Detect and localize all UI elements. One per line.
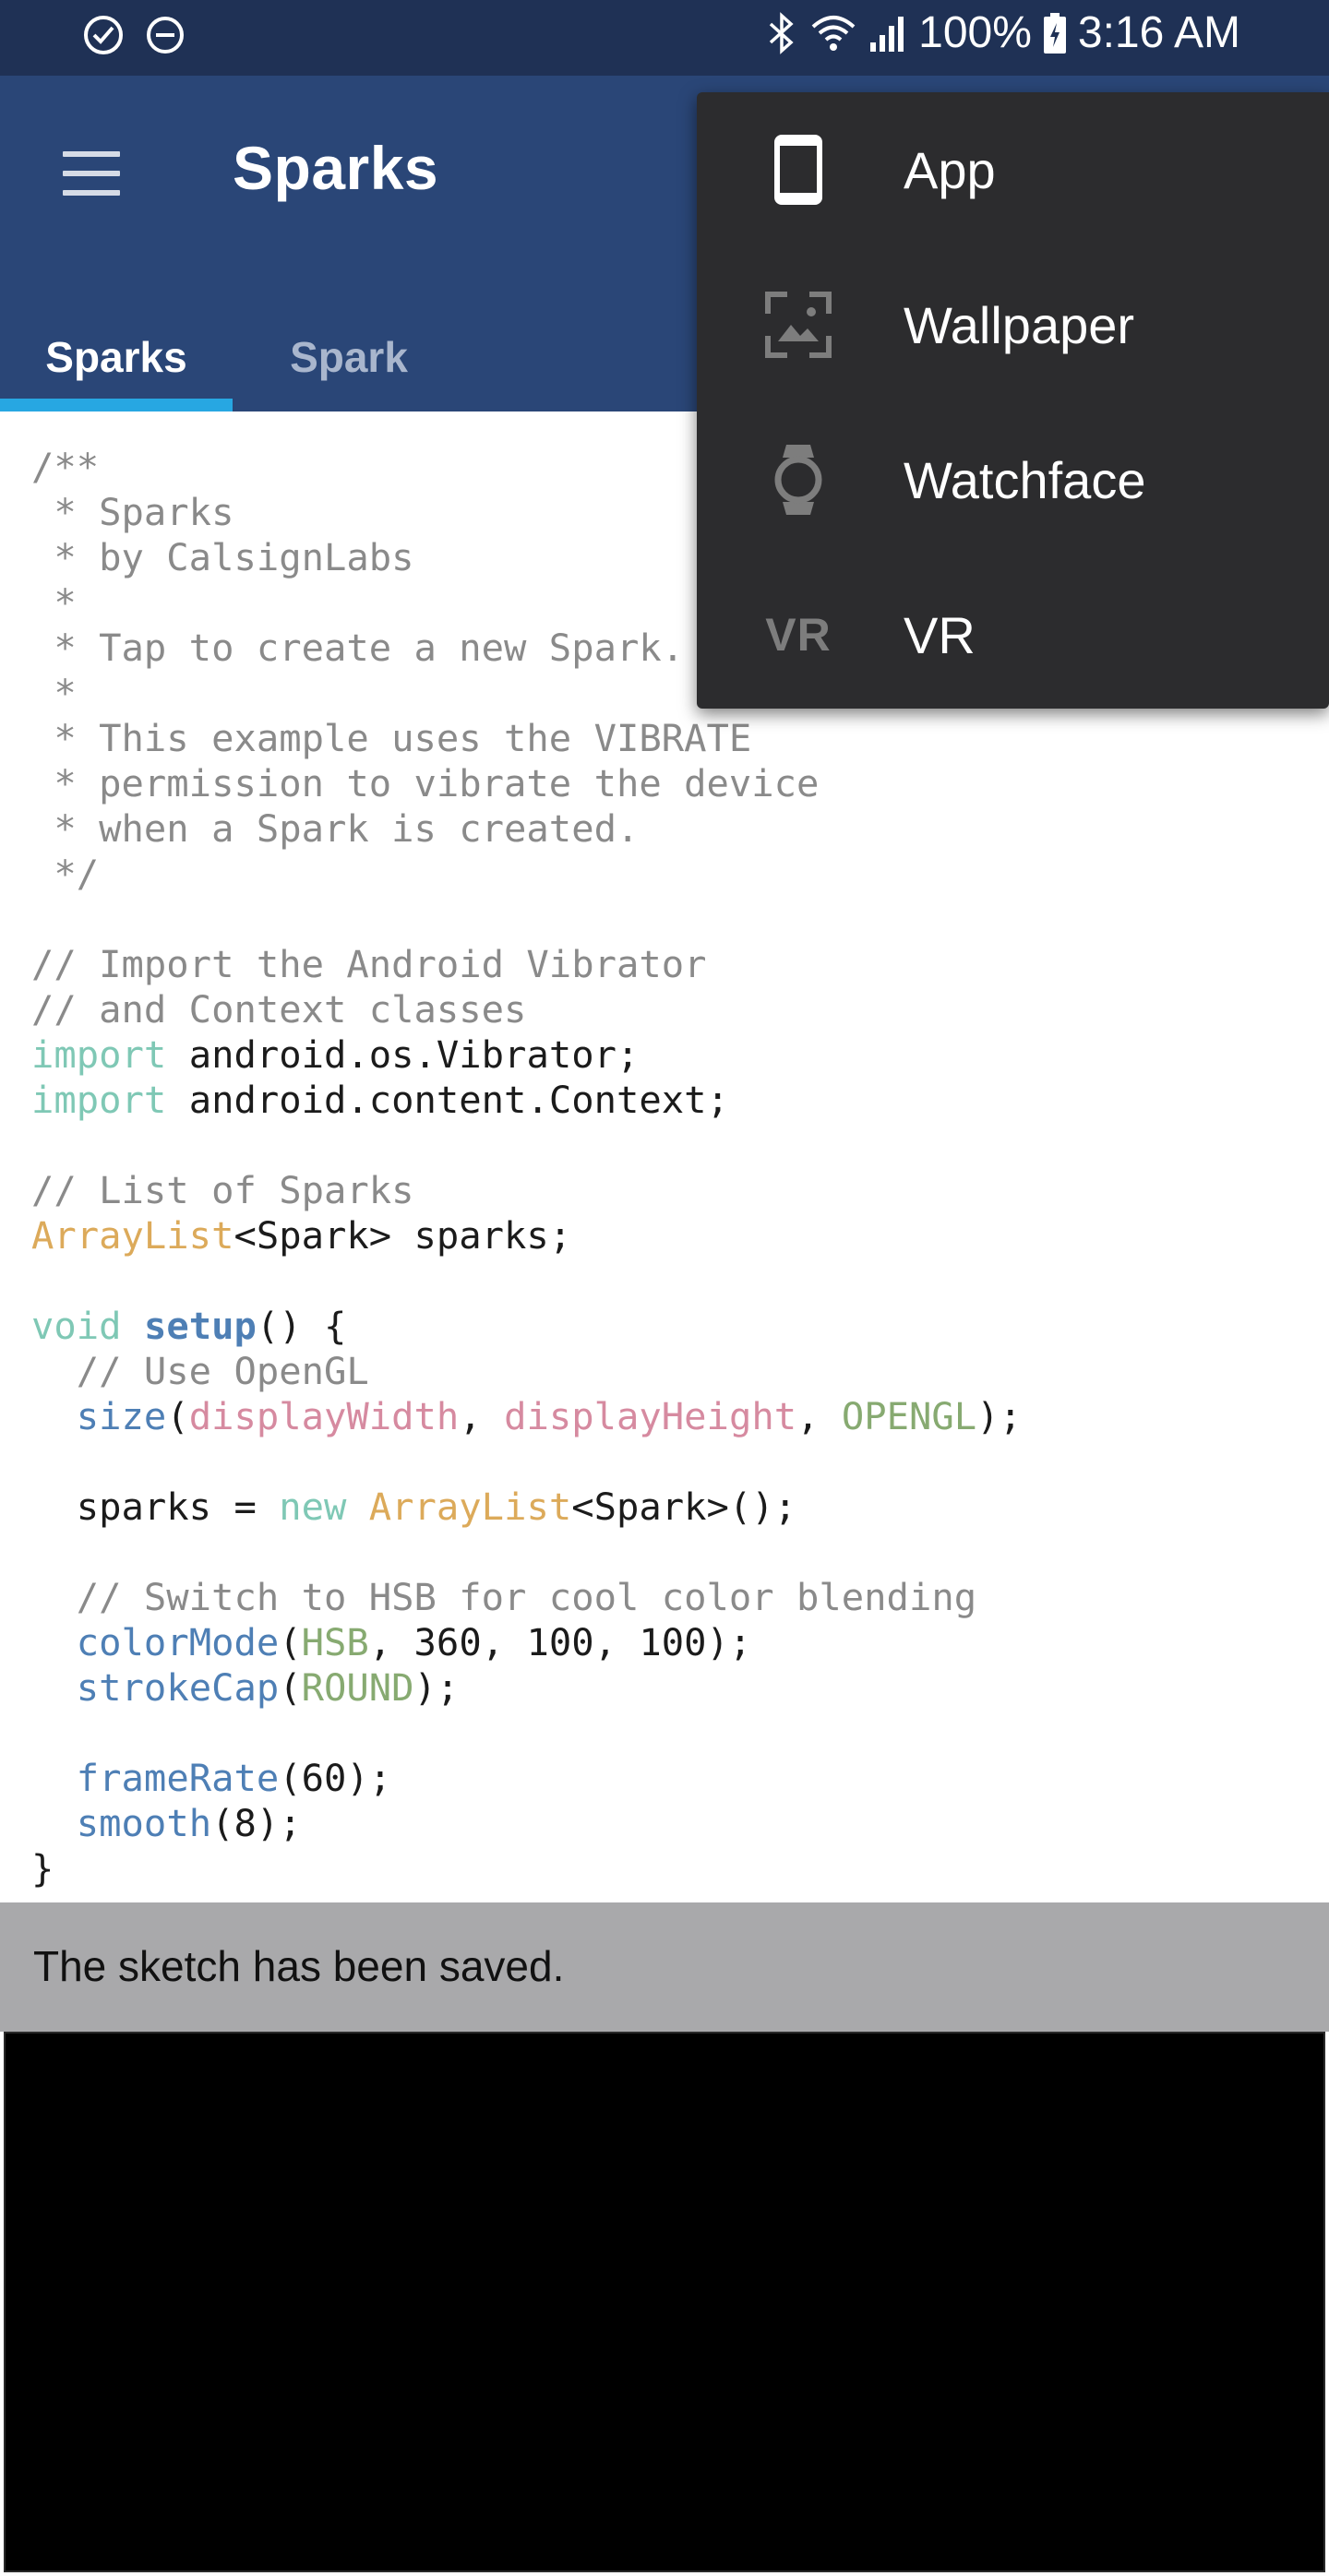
battery-percent: 100% bbox=[918, 8, 1032, 57]
status-bar: 100% 3:16 AM bbox=[0, 0, 1329, 76]
watch-icon bbox=[761, 445, 835, 515]
menu-item-app[interactable]: App bbox=[697, 92, 1329, 247]
run-mode-dropdown: App Wallpaper Watchface VR VR bbox=[697, 92, 1329, 709]
status-bar-right: 100% 3:16 AM bbox=[765, 7, 1240, 58]
tab-label: Sparks bbox=[45, 333, 187, 381]
wallpaper-icon bbox=[761, 290, 835, 360]
check-circle-icon bbox=[81, 13, 126, 62]
hamburger-menu-icon[interactable] bbox=[55, 140, 127, 207]
tab-sparks[interactable]: Sparks bbox=[0, 303, 233, 411]
clock: 3:16 AM bbox=[1077, 8, 1240, 57]
tab-label: Spark bbox=[290, 333, 408, 381]
tab-bar: Sparks Spark bbox=[0, 303, 465, 411]
tab-active-indicator bbox=[0, 399, 233, 411]
bluetooth-icon bbox=[765, 11, 798, 55]
phone-icon bbox=[761, 135, 835, 205]
menu-item-label: App bbox=[904, 141, 996, 199]
vr-icon-text: VR bbox=[765, 609, 832, 661]
menu-item-wallpaper[interactable]: Wallpaper bbox=[697, 247, 1329, 402]
app-title: Sparks bbox=[233, 134, 439, 202]
menu-item-vr[interactable]: VR VR bbox=[697, 557, 1329, 712]
menu-item-label: VR bbox=[904, 606, 976, 664]
menu-item-label: Watchface bbox=[904, 451, 1146, 509]
tab-spark[interactable]: Spark bbox=[233, 303, 465, 411]
wifi-icon bbox=[809, 12, 857, 54]
status-bar-left bbox=[81, 13, 186, 62]
snackbar: The sketch has been saved. bbox=[0, 1902, 1329, 2032]
battery-charging-icon bbox=[1043, 12, 1067, 54]
do-not-disturb-icon bbox=[144, 14, 186, 61]
menu-item-label: Wallpaper bbox=[904, 296, 1135, 354]
snackbar-message: The sketch has been saved. bbox=[33, 1942, 565, 1990]
signal-icon bbox=[868, 13, 907, 54]
console-panel bbox=[4, 2032, 1325, 2572]
menu-item-watchface[interactable]: Watchface bbox=[697, 402, 1329, 557]
vr-icon: VR bbox=[761, 600, 835, 670]
